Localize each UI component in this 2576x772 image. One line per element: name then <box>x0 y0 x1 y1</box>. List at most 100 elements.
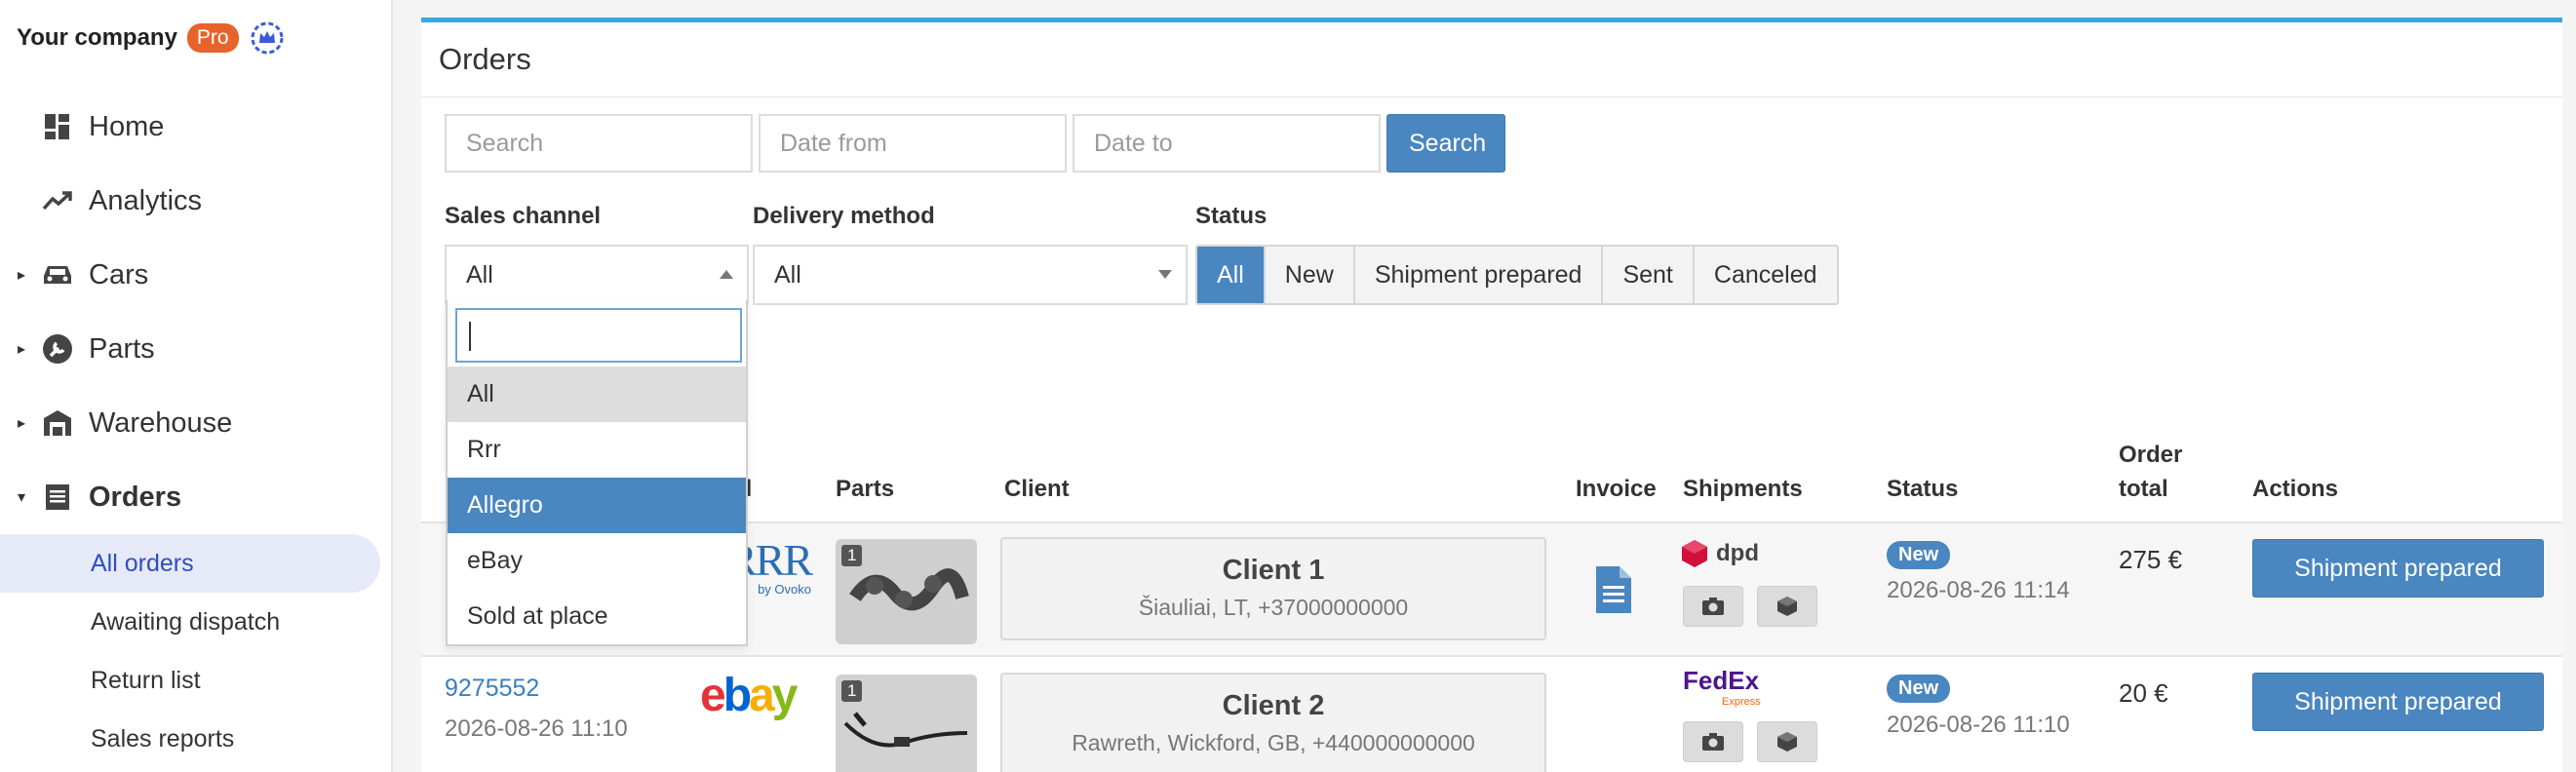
dropdown-option-rrr[interactable]: Rrr <box>448 422 746 478</box>
table-row: 9275552 2026-08-26 11:10 ebay 1 Client 2… <box>421 655 2562 772</box>
package-icon <box>1777 732 1797 752</box>
carrier-sub: Express <box>1722 696 1761 708</box>
dropdown-option-all[interactable]: All <box>448 367 746 422</box>
nav-item-home[interactable]: Home <box>0 90 393 164</box>
col-invoice: Invoice <box>1576 476 1657 502</box>
client-info: Rawreth, Wickford, GB, +440000000000 <box>1072 730 1475 755</box>
caret-right-icon: ▸ <box>18 415 26 432</box>
sales-channel-select[interactable]: All <box>445 245 749 305</box>
text-cursor <box>469 322 471 351</box>
delivery-method-value: All <box>774 260 801 289</box>
sidebar: Your company Pro Home Analytics ▸ Cars ▸… <box>0 0 393 772</box>
client-info: Šiauliai, LT, +37000000000 <box>1138 595 1409 620</box>
nav-sub-return-list[interactable]: Return list <box>0 651 393 710</box>
nav-sub-awaiting-dispatch[interactable]: Awaiting dispatch <box>0 593 393 651</box>
chevron-down-icon <box>1158 270 1172 279</box>
ebay-logo: ebay <box>700 670 798 721</box>
divider <box>421 96 2562 97</box>
nav-sub-all-orders[interactable]: All orders <box>0 534 380 593</box>
client-name: Client 1 <box>1222 555 1325 586</box>
part-thumbnail[interactable]: 1 <box>836 539 977 644</box>
dropdown-option-ebay[interactable]: eBay <box>448 533 746 589</box>
date-to-input[interactable] <box>1073 114 1381 173</box>
nav-label: Parts <box>89 332 155 365</box>
brand[interactable]: Your company Pro <box>17 19 286 57</box>
date-from-input[interactable] <box>759 114 1067 173</box>
nav-sub-label: Return list <box>91 666 201 694</box>
dpd-cube-icon <box>1682 540 1707 567</box>
receipt-icon <box>41 481 74 514</box>
search-button[interactable]: Search <box>1386 114 1505 173</box>
nav-label: Analytics <box>89 184 203 216</box>
company-name: Your company <box>17 24 177 51</box>
order-total: 275 € <box>2119 545 2183 574</box>
order-id-link[interactable]: 9275552 <box>445 675 539 703</box>
nav-sub-label: Awaiting dispatch <box>91 607 281 636</box>
order-total: 20 € <box>2119 678 2168 708</box>
nav-item-cars[interactable]: ▸ Cars <box>0 238 393 312</box>
dropdown-option-allegro[interactable]: Allegro <box>448 478 746 533</box>
package-icon <box>1777 597 1797 616</box>
nav-item-parts[interactable]: ▸ Parts <box>0 312 393 386</box>
nav-sub-label: All orders <box>91 549 194 577</box>
shipment-prepared-button[interactable]: Shipment prepared <box>2252 539 2544 598</box>
client-card[interactable]: Client 2 Rawreth, Wickford, GB, +4400000… <box>1000 673 1546 772</box>
col-order-total-line2: total <box>2119 476 2168 502</box>
status-filter-all[interactable]: All <box>1197 247 1266 303</box>
shipment-prepared-button[interactable]: Shipment prepared <box>2252 673 2544 731</box>
camera-button[interactable] <box>1683 586 1743 627</box>
sales-channel-dropdown: All Rrr Allegro eBay Sold at place <box>446 300 748 646</box>
carrier-name: FedEx <box>1683 666 1760 695</box>
client-name: Client 2 <box>1222 690 1325 721</box>
camera-button[interactable] <box>1683 721 1743 762</box>
status-filter-sent[interactable]: Sent <box>1603 247 1695 303</box>
status-badge: New <box>1887 675 1951 703</box>
status-date: 2026-08-26 11:10 <box>1887 712 2070 738</box>
package-button[interactable] <box>1757 721 1817 762</box>
page-title: Orders <box>439 42 531 76</box>
nav-label: Warehouse <box>89 406 233 439</box>
order-date: 2026-08-26 11:10 <box>445 715 628 742</box>
nav-item-analytics[interactable]: Analytics <box>0 164 393 238</box>
status-filter: All New Shipment prepared Sent Canceled <box>1195 245 1839 305</box>
camera-icon <box>1702 733 1724 751</box>
dropdown-search-input[interactable] <box>455 308 742 363</box>
wrench-circle-icon <box>41 332 74 366</box>
carrier-logo-fedex: FedEx Express <box>1683 666 1761 708</box>
parts-count-badge: 1 <box>841 545 863 566</box>
dashboard-icon <box>41 110 74 143</box>
trend-icon <box>41 184 74 217</box>
status-filter-canceled[interactable]: Canceled <box>1694 247 1837 303</box>
package-button[interactable] <box>1757 586 1817 627</box>
delivery-method-label: Delivery method <box>753 203 935 229</box>
client-card[interactable]: Client 1 Šiauliai, LT, +37000000000 <box>1000 537 1546 640</box>
col-client: Client <box>1004 476 1070 502</box>
pro-badge: Pro <box>186 23 239 53</box>
status-filter-new[interactable]: New <box>1265 247 1355 303</box>
status-filter-shipment-prepared[interactable]: Shipment prepared <box>1354 247 1604 303</box>
nav-label: Orders <box>89 481 182 513</box>
caret-right-icon: ▸ <box>18 267 26 284</box>
nav-label: Cars <box>89 258 149 290</box>
nav-item-orders[interactable]: ▾ Orders <box>0 460 393 534</box>
chevron-up-icon <box>720 270 733 279</box>
nav-sub-label: Sales reports <box>91 724 235 753</box>
nav-item-warehouse[interactable]: ▸ Warehouse <box>0 386 393 460</box>
nav-sub-sales-reports[interactable]: Sales reports <box>0 710 393 768</box>
car-icon <box>41 258 74 291</box>
status-badge: New <box>1887 541 1951 569</box>
col-shipments: Shipments <box>1683 476 1803 502</box>
sales-channel-value: All <box>466 260 493 289</box>
sales-channel-label: Sales channel <box>445 203 602 229</box>
part-thumbnail[interactable]: 1 <box>836 675 977 772</box>
carrier-name: dpd <box>1716 540 1759 566</box>
status-label: Status <box>1195 203 1268 229</box>
invoice-icon[interactable] <box>1594 564 1633 620</box>
search-input[interactable] <box>445 114 753 173</box>
col-order-total: Order total <box>2119 438 2182 506</box>
col-order-total-line1: Order <box>2119 442 2183 468</box>
delivery-method-select[interactable]: All <box>753 245 1188 305</box>
main-nav: Home Analytics ▸ Cars ▸ Parts ▸ Warehous… <box>0 90 393 768</box>
crown-gear-icon[interactable] <box>249 19 286 57</box>
dropdown-option-sold-at-place[interactable]: Sold at place <box>448 589 746 644</box>
